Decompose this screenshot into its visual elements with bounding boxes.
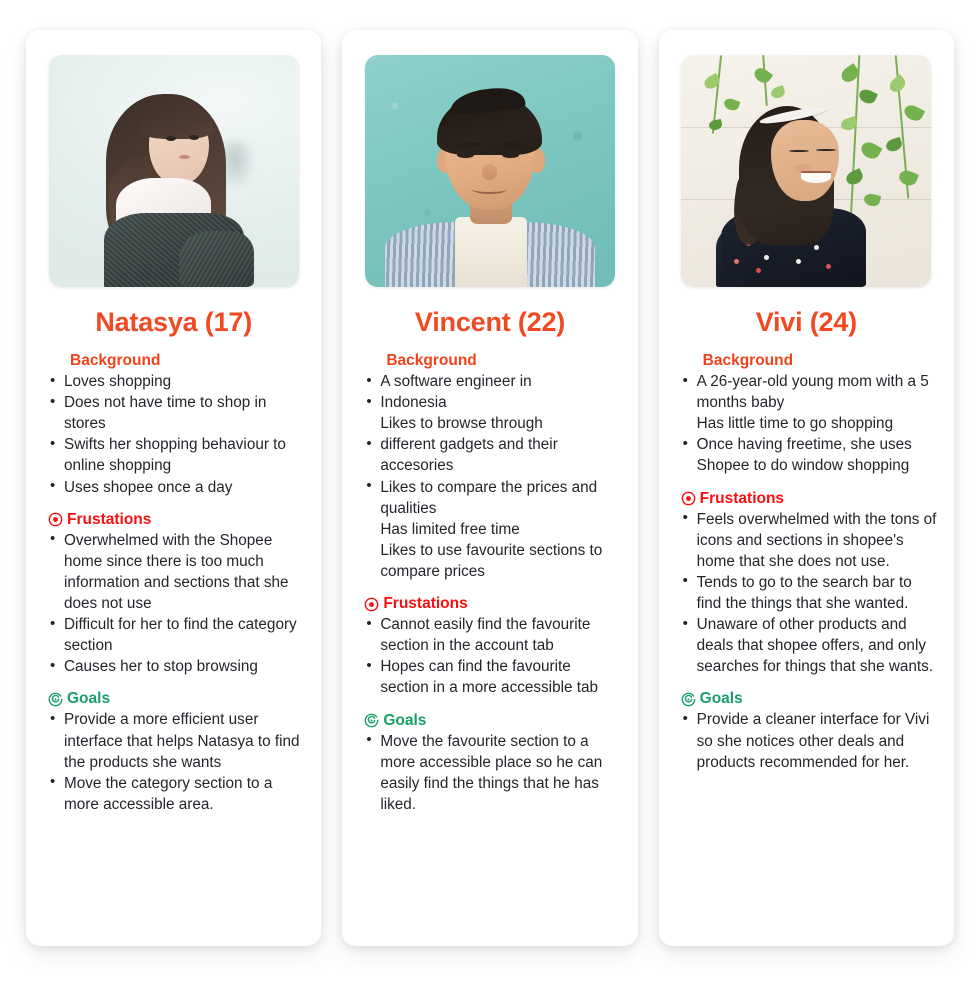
background-list: Loves shopping Does not have time to sho… — [48, 370, 305, 498]
section-label: Goals — [67, 690, 111, 708]
section-heading-frustations: Frustations — [681, 490, 938, 508]
list-item: Has limited free time — [380, 520, 520, 538]
list-item: Indonesia — [364, 392, 621, 413]
list-item: A software engineer in — [364, 370, 621, 392]
list-item: Loves shopping — [48, 370, 305, 392]
section-frustations: Frustations Cannot easily find the favou… — [364, 595, 621, 698]
section-label: Goals — [383, 711, 427, 729]
list-item: Likes to use favourite sections to compa… — [380, 541, 603, 580]
section-frustations: Frustations Overwhelmed with the Shopee … — [48, 511, 305, 678]
section-heading-frustations: Frustations — [364, 595, 621, 613]
list-item: Hopes can find the favourite section in … — [364, 656, 621, 698]
section-goals: Goals Provide a cleaner interface for Vi… — [681, 690, 938, 772]
section-heading-background: Background — [703, 352, 938, 370]
list-item: Likes to compare the prices and qualitie… — [364, 476, 621, 519]
section-goals: Goals Move the favourite section to a mo… — [364, 712, 621, 815]
list-item: Likes to browse through — [380, 415, 543, 433]
persona-content: Background A 26-year-old young mom with … — [659, 338, 954, 797]
section-background: Background A 26-year-old young mom with … — [681, 352, 938, 477]
photo-illustration — [48, 55, 299, 287]
list-item: Once having freetime, she uses Shopee to… — [681, 434, 938, 476]
persona-photo-vincent — [364, 55, 615, 287]
persona-photo-vivi — [681, 55, 932, 287]
background-list: A 26-year-old young mom with a 5 months … — [681, 370, 938, 477]
section-heading-background: Background — [70, 352, 305, 370]
list-item: different gadgets and their accesories — [364, 434, 621, 476]
section-heading-goals: Goals — [48, 690, 305, 708]
persona-content: Background Loves shopping Does not have … — [26, 338, 321, 839]
frustations-list: Feels overwhelmed with the tons of icons… — [681, 508, 938, 678]
list-item: Unaware of other products and deals that… — [681, 614, 938, 677]
persona-name: Natasya (17) — [95, 307, 252, 337]
section-label: Frustations — [699, 489, 785, 507]
frustations-list: Cannot easily find the favourite section… — [364, 614, 621, 698]
persona-card-natasya: Natasya (17) Background Loves shopping D… — [26, 30, 322, 946]
persona-name: Vivi (24) — [755, 307, 857, 337]
list-item: Move the favourite section to a more acc… — [364, 730, 621, 815]
section-label: Frustations — [67, 510, 152, 528]
section-background: Background A software engineer in Indone… — [364, 352, 621, 582]
section-heading-goals: Goals — [364, 712, 621, 730]
list-item: Tends to go to the search bar to find th… — [681, 571, 938, 614]
target-spiral-icon — [364, 713, 379, 728]
section-label: Goals — [699, 690, 743, 708]
bullseye-icon — [48, 512, 63, 527]
target-spiral-icon — [681, 692, 696, 707]
bullseye-icon — [681, 491, 696, 506]
section-label: Background — [702, 352, 794, 369]
list-item: Provide a more efficient user interface … — [48, 709, 305, 772]
bullseye-icon — [364, 597, 379, 611]
photo-illustration — [681, 55, 932, 287]
list-item: Causes her to stop browsing — [48, 656, 305, 677]
list-item: Does not have time to shop in stores — [48, 392, 305, 434]
list-item: Feels overwhelmed with the tons of icons… — [681, 508, 938, 572]
goals-list: Move the favourite section to a more acc… — [364, 730, 621, 815]
section-label: Background — [386, 352, 477, 369]
list-item: Overwhelmed with the Shopee home since t… — [48, 529, 305, 614]
persona-card-vivi: Vivi (24) Background A 26-year-old young… — [658, 30, 954, 946]
section-frustations: Frustations Feels overwhelmed with the t… — [681, 490, 938, 678]
persona-board: Natasya (17) Background Loves shopping D… — [0, 0, 980, 982]
list-item: Swifts her shopping behaviour to online … — [48, 434, 305, 476]
section-goals: Goals Provide a more efficient user inte… — [48, 690, 305, 815]
persona-name: Vincent (22) — [414, 307, 566, 337]
list-item: Difficult for her to find the category s… — [48, 614, 305, 656]
persona-photo-natasya — [48, 55, 299, 287]
section-background: Background Loves shopping Does not have … — [48, 352, 305, 498]
section-heading-frustations: Frustations — [48, 511, 305, 529]
target-spiral-icon — [48, 692, 63, 707]
section-label: Frustations — [383, 595, 468, 613]
goals-list: Provide a more efficient user interface … — [48, 709, 305, 815]
section-heading-background: Background — [386, 352, 621, 370]
list-item: Uses shopee once a day — [48, 476, 305, 498]
section-label: Background — [70, 352, 161, 369]
list-item: Has little time to go shopping — [696, 415, 894, 433]
section-heading-goals: Goals — [681, 690, 938, 708]
list-item: Move the category section to a more acce… — [48, 772, 305, 815]
list-item: A 26-year-old young mom with a 5 months … — [681, 370, 938, 413]
background-list: A software engineer in Indonesia Likes t… — [364, 370, 621, 582]
list-item: Cannot easily find the favourite section… — [364, 614, 621, 656]
photo-illustration — [364, 55, 615, 287]
frustations-list: Overwhelmed with the Shopee home since t… — [48, 529, 305, 678]
persona-content: Background A software engineer in Indone… — [342, 338, 637, 839]
goals-list: Provide a cleaner interface for Vivi so … — [681, 709, 938, 772]
list-item: Provide a cleaner interface for Vivi so … — [681, 709, 938, 772]
persona-card-vincent: Vincent (22) Background A software engin… — [342, 30, 638, 946]
